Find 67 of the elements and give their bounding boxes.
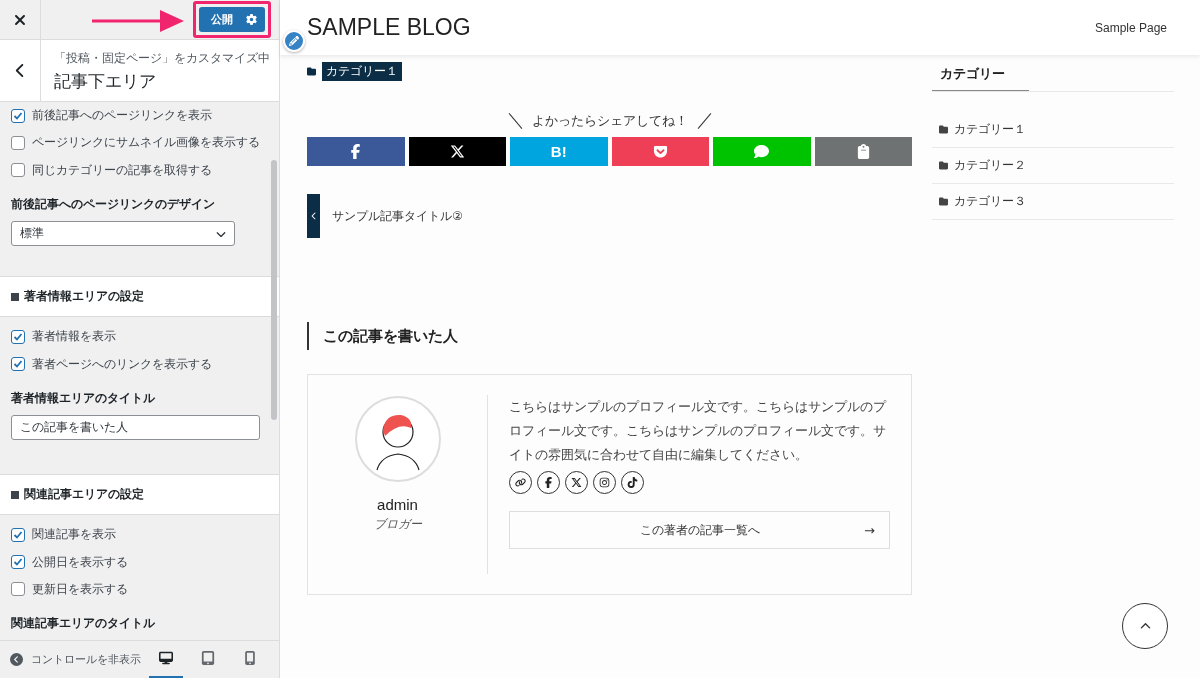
share-heading: よかったらシェアしてね！ — [531, 112, 688, 130]
checkbox[interactable] — [11, 582, 25, 597]
checkbox-label: ページリンクにサムネイル画像を表示する — [32, 134, 260, 152]
clipboard-icon — [855, 144, 871, 159]
checkbox-label: 公開日を表示する — [32, 553, 128, 571]
checkbox[interactable] — [11, 108, 25, 123]
publish-button[interactable]: 公開 — [199, 7, 265, 32]
category-link[interactable]: カテゴリー１ — [932, 112, 1174, 148]
scroll-top-button[interactable] — [1122, 603, 1168, 649]
field-label: 前後記事へのページリンクのデザイン — [10, 195, 216, 213]
author-role: ブロガー — [373, 516, 422, 533]
checkbox[interactable] — [11, 357, 25, 372]
site-title[interactable]: SAMPLE BLOG — [307, 14, 471, 41]
breadcrumb-text: 「投稿・固定ページ」をカスタマイズ中 — [54, 50, 270, 67]
instagram-icon — [599, 477, 610, 488]
chevron-left-icon — [309, 212, 318, 220]
pencil-icon — [289, 36, 299, 46]
panel-title: 記事下エリア — [54, 70, 157, 93]
settings-icon — [246, 14, 257, 25]
avatar-icon — [354, 396, 441, 482]
x-icon — [449, 144, 465, 159]
checkbox-label: 前後記事へのページリンクを表示 — [32, 107, 212, 125]
tablet-icon — [201, 651, 215, 665]
checkbox[interactable] — [11, 329, 25, 344]
mobile-icon — [243, 651, 257, 665]
desktop-icon — [159, 651, 173, 665]
nav-link[interactable]: Sample Page — [1094, 20, 1167, 35]
select-field[interactable]: 標準 — [11, 220, 235, 247]
section-header: 著者情報エリアの設定 — [0, 276, 279, 318]
folder-icon — [939, 125, 948, 134]
folder-icon — [307, 67, 316, 76]
field-label: 著者情報エリアのタイトル — [10, 389, 156, 407]
facebook-icon — [543, 477, 554, 488]
folder-icon — [939, 161, 948, 170]
pocket-icon — [652, 144, 668, 159]
arrow-text: → — [864, 522, 875, 538]
checkbox[interactable] — [11, 527, 25, 542]
checkbox[interactable] — [11, 163, 25, 178]
scrollbar[interactable] — [271, 160, 277, 420]
hide-controls-button[interactable]: コントロールを非表示 — [10, 652, 141, 667]
category-link[interactable]: カテゴリー２ — [932, 148, 1174, 184]
tiktok-icon — [627, 477, 638, 488]
author-bio: こちらはサンプルのプロフィール文です。こちらはサンプルのプロフィール文です。こちらはサンプルのプロフィール文です。サイトの雰囲気に合わせて自由に編集してください。 — [509, 398, 888, 464]
checkbox[interactable] — [11, 135, 25, 150]
category-link[interactable]: カテゴリー３ — [932, 184, 1174, 220]
section-header: 関連記事エリアの設定 — [0, 474, 279, 516]
collapse-icon — [10, 653, 23, 666]
input-field[interactable]: この記事を書いた人 — [11, 414, 260, 441]
speech-bubble-icon — [754, 144, 770, 159]
author-name: admin — [377, 496, 418, 513]
author-posts-button[interactable]: この著者の記事一覧へ → — [509, 511, 890, 549]
section-heading: この記事を書いた人 — [307, 322, 912, 350]
checkbox[interactable] — [11, 555, 25, 570]
share-button[interactable] — [408, 137, 506, 166]
checkbox-label: 更新日を表示する — [32, 580, 128, 598]
checkbox-label: 著者情報を表示 — [32, 328, 116, 346]
folder-icon — [939, 197, 948, 206]
link-icon — [515, 477, 526, 488]
field-label: 関連記事エリアのタイトル — [10, 615, 156, 632]
chevron-up-icon — [1139, 620, 1151, 632]
prev-post-link[interactable]: サンプル記事タイトル② — [332, 207, 463, 225]
x-icon — [571, 477, 582, 488]
checkbox-label: 同じカテゴリーの記事を取得する — [32, 161, 212, 179]
widget-title: カテゴリー — [932, 55, 1029, 92]
category-tag[interactable]: カテゴリー１ — [322, 62, 402, 81]
checkbox-label: 関連記事を表示 — [32, 526, 116, 544]
checkbox-label: 著者ページへのリンクを表示する — [32, 355, 212, 373]
